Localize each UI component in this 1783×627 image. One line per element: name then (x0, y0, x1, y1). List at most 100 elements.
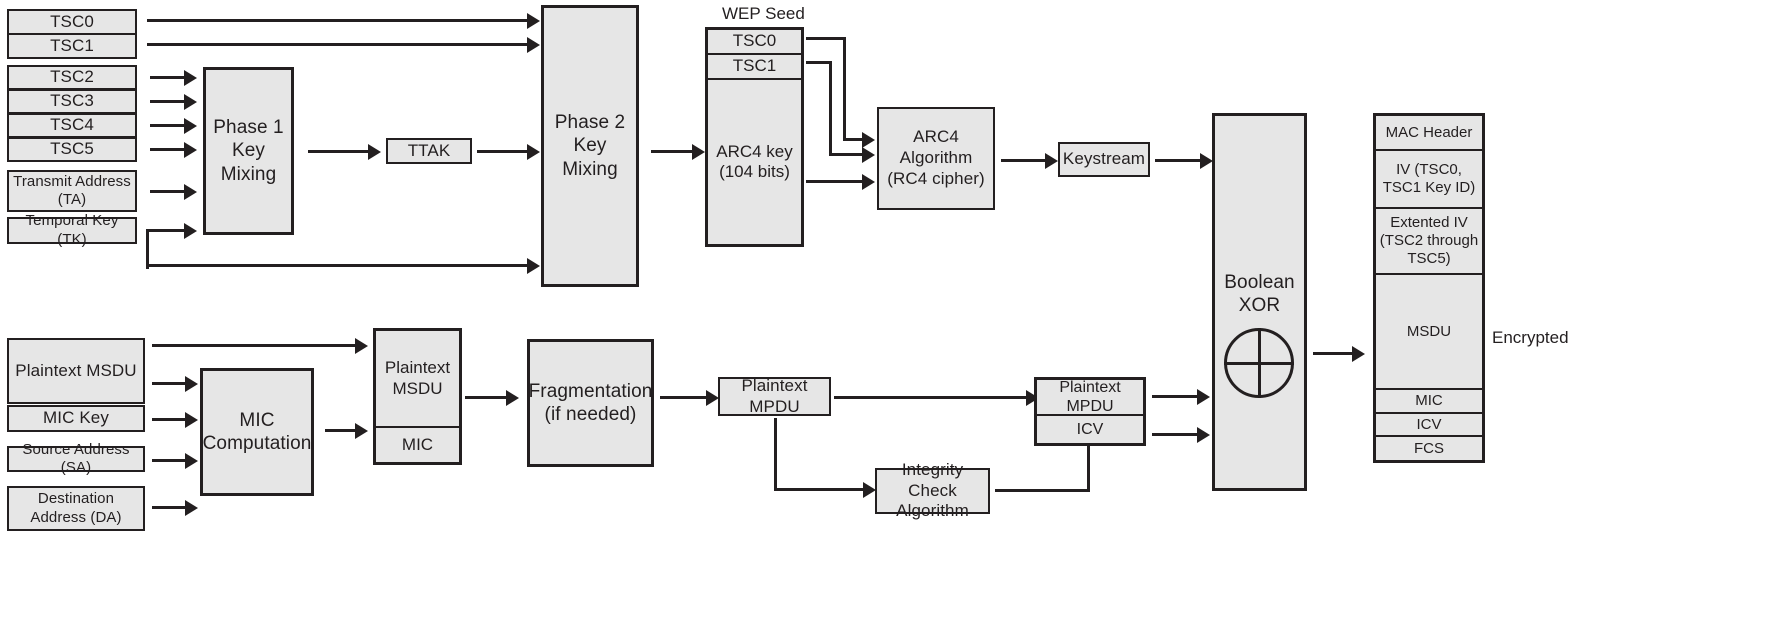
output-msdu-label: MSDU (1406, 322, 1452, 340)
connector-arc4-keystream (1001, 159, 1048, 162)
arrowhead-ttak-phase2 (527, 143, 540, 160)
connector-tsc3-phase1 (150, 100, 186, 103)
wep-seed-cell-tsc1: TSC1 (708, 55, 801, 80)
connector-fragmentation-mpdu (660, 396, 709, 399)
input-box-tsc2-label: TSC2 (50, 67, 94, 87)
output-cell-mic: MIC (1376, 390, 1482, 414)
arrowhead-ta-phase1 (184, 183, 197, 200)
phase1-key-mixing-box: Phase 1 Key Mixing (203, 67, 294, 235)
wep-seed-stack: TSC0 TSC1 ARC4 key (104 bits) (705, 27, 804, 247)
connector-mpdu-to-icv-alg (774, 488, 866, 491)
connector-msdu-micbox (152, 382, 187, 385)
connector-keystream-xor (1155, 159, 1203, 162)
arrowhead-msdu-micbox (185, 375, 198, 392)
arc4-algorithm-label: ARC4 Algorithm (RC4 cipher) (887, 127, 985, 188)
arrowhead-mpdu-xor (1197, 388, 1210, 405)
arrowhead-wepseed-tsc0-arc4 (862, 131, 875, 148)
connector-icvalg-to-icv (995, 489, 1090, 492)
input-box-tsc5-label: TSC5 (50, 139, 94, 159)
connector-xor-output (1313, 352, 1355, 355)
wep-seed-tsc0-label: TSC0 (732, 31, 777, 51)
connector-tsc2-phase1 (150, 76, 186, 79)
source-address-label: Source Address (SA) (22, 440, 130, 476)
transmit-address-label: Transmit Address (TA) (13, 172, 131, 208)
arrowhead-tsc1-phase2 (527, 36, 540, 53)
connector-micbox-stack (325, 429, 358, 432)
connector-mpdu-down (774, 418, 777, 491)
tkip-encryption-diagram: TSC0 TSC1 TSC2 TSC3 TSC4 TSC5 Transmit A… (0, 0, 1783, 627)
arrowhead-tsc4-phase1 (184, 117, 197, 134)
output-cell-icv: ICV (1376, 414, 1482, 437)
connector-mpdu-xor (1152, 395, 1200, 398)
plaintext-mpdu-label: Plaintext MPDU (741, 375, 808, 416)
output-cell-fcs: FCS (1376, 437, 1482, 460)
arrowhead-micbox-stack (355, 422, 368, 439)
arrowhead-sa-micbox (185, 452, 198, 469)
input-box-tsc1: TSC1 (7, 33, 137, 59)
output-extended-iv-label: Extented IV (TSC2 through TSC5) (1379, 214, 1479, 267)
fragmentation-box: Fragmentation (if needed) (527, 339, 654, 467)
mic-computation-label: MIC Computation (202, 409, 312, 454)
input-box-tsc0-label: TSC0 (50, 11, 94, 31)
connector-tk-to-phase1 (146, 229, 186, 232)
plaintext-mpdu-box: Plaintext MPDU (718, 375, 831, 416)
destination-address-box: Destination Address (DA) (7, 486, 145, 531)
connector-tsc4-phase1 (150, 124, 186, 127)
connector-wepseed-tsc0-h (806, 37, 846, 40)
msdu-stack-cell-plaintext-msdu: Plaintext MSDU (376, 331, 459, 428)
connector-msdustack-fragmentation (465, 396, 509, 399)
arrowhead-mickey-micbox (185, 411, 198, 428)
ttak-label: TTAK (407, 140, 451, 160)
mpdu-stack-icv-label: ICV (1076, 420, 1104, 438)
arrowhead-wepseed-arc4key (862, 173, 875, 190)
connector-mickey-micbox (152, 418, 187, 421)
connector-mpdu-to-stack (834, 396, 1029, 399)
arrowhead-msdustack-fragmentation (506, 389, 519, 406)
phase2-key-mixing-box: Phase 2 Key Mixing (541, 5, 639, 287)
input-box-tsc3: TSC3 (7, 89, 137, 114)
arrowhead-tsc3-phase1 (184, 93, 197, 110)
connector-phase1-ttak (308, 150, 370, 153)
boolean-xor-box: Boolean XOR (1212, 113, 1307, 491)
arrowhead-tk-phase1 (184, 222, 197, 239)
fragmentation-label: Fragmentation (if needed) (528, 380, 653, 425)
input-box-tsc2: TSC2 (7, 65, 137, 90)
keystream-box: Keystream (1058, 142, 1150, 177)
integrity-check-algorithm-label: Integrity Check Algorithm (896, 459, 969, 521)
temporal-key-label: Temporal Key (TK) (25, 212, 119, 248)
output-iv-label: IV (TSC0, TSC1 Key ID) (1382, 161, 1476, 196)
input-box-temporal-key: Temporal Key (TK) (7, 212, 137, 248)
output-fcs-label: FCS (1414, 439, 1444, 457)
wep-seed-cell-arc4-key: ARC4 key (104 bits) (708, 80, 801, 244)
input-box-tsc5: TSC5 (7, 137, 137, 162)
output-cell-iv: IV (TSC0, TSC1 Key ID) (1376, 151, 1482, 209)
input-box-tsc0: TSC0 (7, 9, 137, 35)
connector-tsc1-phase2 (147, 43, 529, 46)
output-cell-msdu: MSDU (1376, 275, 1482, 390)
arc4-algorithm-box: ARC4 Algorithm (RC4 cipher) (877, 107, 995, 210)
plaintext-msdu-stack: Plaintext MSDU MIC (373, 328, 462, 465)
output-cell-mac-header: MAC Header (1376, 116, 1482, 151)
arrowhead-icv-xor (1197, 426, 1210, 443)
msdu-stack-mic-label: MIC (401, 434, 434, 454)
arrowhead-tsc5-phase1 (184, 141, 197, 158)
wep-seed-cell-tsc0: TSC0 (708, 30, 801, 55)
input-box-transmit-address: Transmit Address (TA) (7, 170, 137, 212)
connector-icvalg-up (1087, 445, 1090, 491)
output-icv-label: ICV (1416, 415, 1442, 433)
input-box-tsc1-label: TSC1 (50, 35, 94, 55)
mpdu-stack-plaintext-label: Plaintext MPDU (1059, 378, 1121, 415)
input-box-tsc4: TSC4 (7, 113, 137, 138)
phase2-key-mixing-label: Phase 2 Key Mixing (554, 112, 626, 180)
arrowhead-phase1-ttak (368, 143, 381, 160)
plaintext-msdu-input-box: Plaintext MSDU (7, 338, 145, 404)
arrowhead-da-micbox (185, 499, 198, 516)
msdu-stack-plaintext-label: Plaintext MSDU (384, 358, 451, 398)
output-cell-extended-iv: Extented IV (TSC2 through TSC5) (1376, 209, 1482, 275)
connector-ttak-phase2 (477, 150, 529, 153)
connector-tsc5-phase1 (150, 148, 186, 151)
integrity-check-algorithm-box: Integrity Check Algorithm (875, 460, 990, 520)
msdu-stack-cell-mic: MIC (376, 428, 459, 462)
connector-da-micbox (152, 506, 187, 509)
wep-seed-tsc1-label: TSC1 (732, 56, 777, 76)
